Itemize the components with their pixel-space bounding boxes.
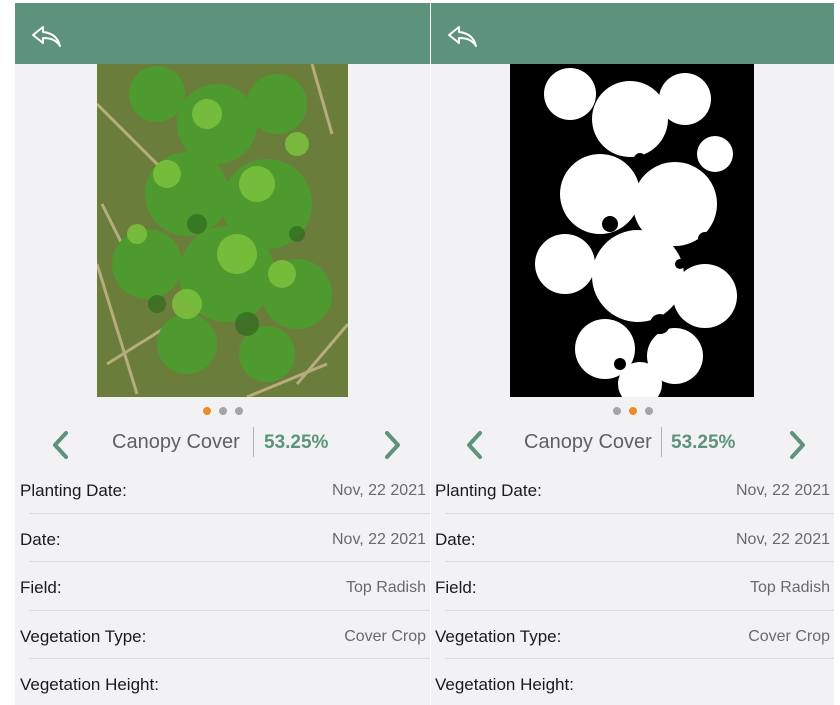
detail-row-planting-date: Planting Date: Nov, 22 2021 [431, 465, 834, 514]
detail-label: Vegetation Type: [435, 626, 562, 646]
detail-value: Nov, 22 2021 [736, 530, 830, 548]
detail-label: Field: [435, 578, 477, 597]
detail-list: Planting Date: Nov, 22 2021 Date: Nov, 2… [15, 465, 430, 705]
detail-row-vegetation-type: Vegetation Type: Cover Crop [15, 611, 430, 659]
page-dot[interactable] [644, 407, 653, 415]
chevron-left-icon[interactable] [47, 429, 75, 461]
detail-label: Planting Date: [20, 481, 127, 500]
detail-label: Date: [20, 529, 61, 549]
chevron-right-icon[interactable] [378, 429, 406, 461]
canopy-mask [510, 64, 754, 397]
detail-list: Planting Date: Nov, 22 2021 Date: Nov, 2… [431, 465, 834, 705]
detail-row-date: Date: Nov, 22 2021 [431, 514, 834, 562]
detail-row-field: Field: Top Radish [15, 562, 430, 611]
detail-row-vegetation-type: Vegetation Type: Cover Crop [431, 611, 834, 659]
detail-label: Vegetation Type: [20, 626, 147, 646]
detail-row-planting-date: Planting Date: Nov, 22 2021 [15, 465, 430, 514]
detail-value: Top Radish [345, 579, 426, 596]
canopy-photo-screen: Canopy Cover 53.25% Planting Date: Nov, … [15, 3, 430, 705]
detail-row-vegetation-height: Vegetation Height: [431, 659, 834, 705]
metric-divider [253, 427, 254, 457]
metric-value: 53.25% [671, 432, 736, 453]
page-dot[interactable] [202, 407, 211, 415]
metric-value: 53.25% [264, 432, 329, 453]
chevron-left-icon[interactable] [461, 429, 489, 461]
page-dot[interactable] [218, 407, 227, 415]
page-indicator [15, 407, 430, 417]
canopy-photo [97, 64, 348, 397]
page-dot[interactable] [628, 407, 637, 415]
canopy-mask-screen: Canopy Cover 53.25% Planting Date: Nov, … [431, 3, 834, 705]
detail-row-vegetation-height: Vegetation Height: [15, 659, 430, 705]
detail-value: Nov, 22 2021 [332, 530, 426, 548]
detail-value: Top Radish [749, 579, 830, 596]
metric-label: Canopy Cover [112, 431, 240, 453]
back-arrow-icon[interactable] [29, 23, 63, 49]
page-indicator [431, 407, 834, 417]
app-header [15, 3, 430, 64]
detail-label: Planting Date: [435, 481, 542, 500]
detail-row-date: Date: Nov, 22 2021 [15, 514, 430, 562]
metric-divider [661, 427, 662, 457]
metric-bar: Canopy Cover 53.25% [15, 423, 430, 463]
detail-label: Vegetation Height: [20, 675, 159, 694]
detail-label: Field: [20, 578, 62, 597]
detail-label: Date: [435, 529, 476, 549]
page-dot[interactable] [234, 407, 243, 415]
page-dot[interactable] [612, 407, 621, 415]
app-header [431, 3, 834, 64]
metric-label: Canopy Cover [524, 431, 652, 453]
detail-label: Vegetation Height: [435, 675, 574, 694]
detail-value: Nov, 22 2021 [736, 482, 830, 499]
metric-bar: Canopy Cover 53.25% [431, 423, 834, 463]
detail-value: Cover Crop [344, 627, 426, 645]
detail-value: Nov, 22 2021 [332, 482, 426, 499]
chevron-right-icon[interactable] [783, 429, 811, 461]
detail-value: Cover Crop [748, 627, 830, 645]
back-arrow-icon[interactable] [445, 23, 479, 49]
detail-row-field: Field: Top Radish [431, 562, 834, 611]
